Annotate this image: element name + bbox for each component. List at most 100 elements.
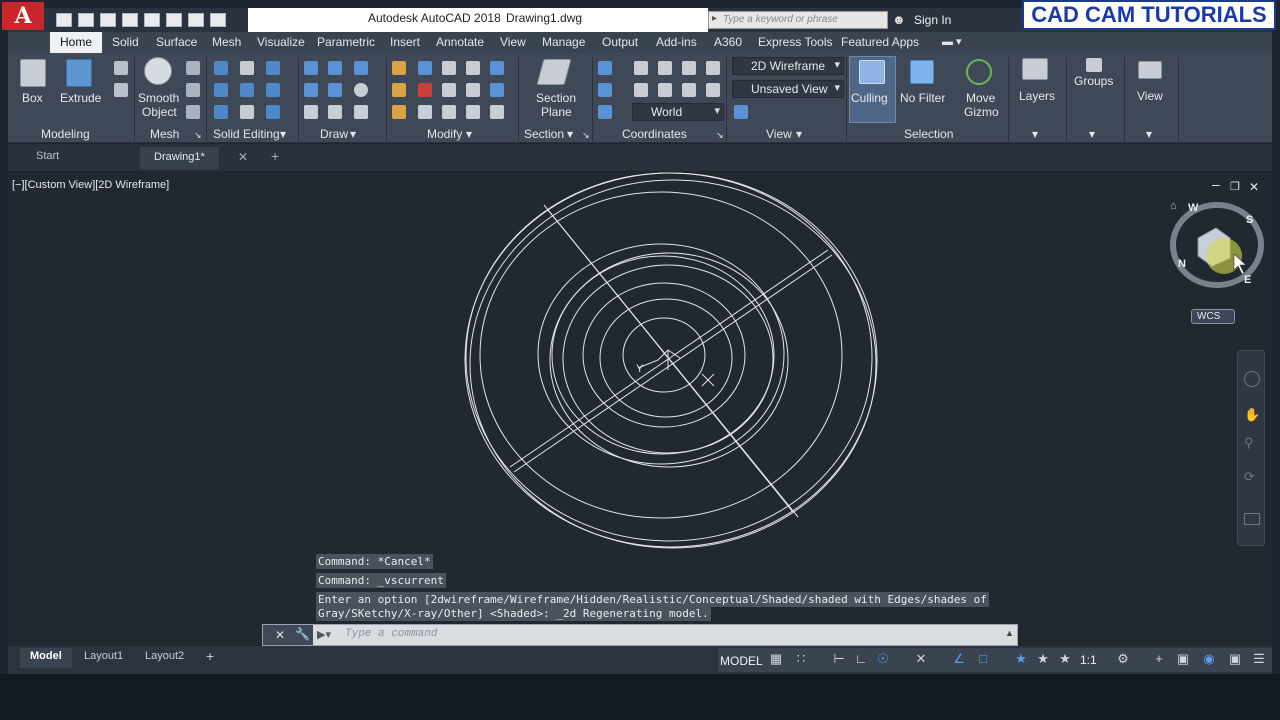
customize-qat-icon[interactable] bbox=[210, 13, 226, 27]
modify-tool-icon[interactable] bbox=[392, 61, 406, 75]
draw-panel-title[interactable]: Draw bbox=[320, 127, 348, 141]
chevron-down-icon[interactable]: ▾ bbox=[1146, 127, 1152, 141]
ucs-tool-icon[interactable] bbox=[682, 61, 696, 75]
modify-tool-icon[interactable] bbox=[418, 105, 432, 119]
modify-tool-icon[interactable] bbox=[392, 83, 406, 97]
ucs-tool-icon[interactable] bbox=[658, 83, 672, 97]
tab-solid[interactable]: Solid bbox=[112, 35, 139, 49]
named-view-dropdown[interactable]: Unsaved View bbox=[732, 80, 844, 98]
view-button[interactable]: View bbox=[1137, 89, 1163, 103]
union-icon[interactable] bbox=[214, 61, 228, 75]
copy-icon[interactable] bbox=[442, 83, 456, 97]
rectangle-icon[interactable] bbox=[328, 105, 342, 119]
selection-panel-title[interactable]: Selection bbox=[904, 127, 953, 141]
drawing-viewport[interactable]: [−][Custom View][2D Wireframe] – ❐ ✕ Y W… bbox=[8, 172, 1272, 646]
ucs-icon[interactable] bbox=[598, 61, 612, 75]
chevron-down-icon[interactable]: ▾ bbox=[567, 127, 573, 141]
coordinates-panel-title[interactable]: Coordinates bbox=[622, 127, 687, 141]
box-icon[interactable] bbox=[20, 59, 46, 87]
ellipse-icon[interactable] bbox=[354, 105, 368, 119]
mesh-tool-icon[interactable] bbox=[186, 83, 200, 97]
tab-featured-apps[interactable]: Featured Apps bbox=[841, 35, 919, 49]
compass-west-label[interactable]: W bbox=[1188, 202, 1198, 214]
ortho-icon[interactable]: ∟ bbox=[854, 652, 868, 666]
pan-icon[interactable]: ✋ bbox=[1244, 407, 1260, 423]
recent-commands-icon[interactable]: ▶▾ bbox=[317, 628, 331, 641]
tab-a360[interactable]: A360 bbox=[714, 35, 742, 49]
ucs-tool-icon[interactable] bbox=[706, 83, 720, 97]
chevron-down-icon[interactable]: ▾ bbox=[796, 127, 802, 141]
tab-surface[interactable]: Surface bbox=[156, 35, 197, 49]
modify-tool-icon[interactable] bbox=[418, 61, 432, 75]
view-icon[interactable] bbox=[1138, 61, 1162, 79]
arc-icon[interactable] bbox=[354, 61, 368, 75]
new-file-icon[interactable] bbox=[56, 13, 72, 27]
polysolid-icon[interactable] bbox=[114, 61, 128, 75]
smooth-object-label-2[interactable]: Object bbox=[142, 105, 177, 119]
mesh-tool-icon[interactable] bbox=[186, 105, 200, 119]
steering-wheel-icon[interactable] bbox=[1244, 371, 1260, 387]
solid-edit-icon[interactable] bbox=[266, 61, 280, 75]
modeling-panel-title[interactable]: Modeling bbox=[41, 127, 90, 141]
ucs-tool-icon[interactable] bbox=[634, 83, 648, 97]
line-icon[interactable] bbox=[304, 61, 318, 75]
move-gizmo-label-2[interactable]: Gizmo bbox=[964, 105, 999, 119]
tab-start[interactable]: Start bbox=[36, 150, 59, 162]
annotation-visibility-icon[interactable]: ★ bbox=[1014, 652, 1028, 666]
tab-express-tools[interactable]: Express Tools bbox=[758, 35, 832, 49]
new-tab-plus-icon[interactable]: + bbox=[271, 148, 279, 164]
compass-south-label[interactable]: S bbox=[1246, 214, 1253, 226]
section-panel-title[interactable]: Section bbox=[524, 127, 564, 141]
move-gizmo-label-1[interactable]: Move bbox=[966, 91, 995, 105]
solid-edit-icon[interactable] bbox=[240, 105, 254, 119]
modify-tool-icon[interactable] bbox=[490, 83, 504, 97]
no-filter-icon[interactable] bbox=[910, 60, 934, 84]
print-icon[interactable] bbox=[144, 13, 160, 27]
tab-parametric[interactable]: Parametric bbox=[317, 35, 375, 49]
dialog-launcher-icon[interactable]: ↘ bbox=[716, 130, 724, 141]
chevron-down-icon[interactable]: ▾ bbox=[350, 127, 356, 141]
tab-view[interactable]: View bbox=[500, 35, 526, 49]
ucs-tool-icon[interactable] bbox=[682, 83, 696, 97]
culling-icon[interactable] bbox=[859, 60, 885, 84]
tab-output[interactable]: Output bbox=[602, 35, 638, 49]
smooth-object-label-1[interactable]: Smooth bbox=[138, 91, 179, 105]
annotation-scale-icon[interactable]: ★ bbox=[1058, 652, 1072, 666]
extrude-icon[interactable] bbox=[66, 59, 92, 87]
solid-edit-icon[interactable] bbox=[240, 83, 254, 97]
sign-in-link[interactable]: Sign In bbox=[914, 13, 951, 27]
modify-tool-icon[interactable] bbox=[490, 61, 504, 75]
orbit-icon[interactable]: ⟳ bbox=[1244, 469, 1260, 485]
tab-model[interactable]: Model bbox=[20, 648, 72, 668]
ucs-dropdown[interactable]: World bbox=[632, 103, 724, 121]
ucs-tool-icon[interactable] bbox=[658, 61, 672, 75]
auto-scale-icon[interactable]: ★ bbox=[1036, 652, 1050, 666]
mesh-panel-title[interactable]: Mesh bbox=[150, 127, 179, 141]
spline-icon[interactable] bbox=[304, 83, 318, 97]
customization-menu-icon[interactable]: ☰ bbox=[1252, 652, 1266, 666]
close-icon[interactable]: ✕ bbox=[275, 628, 285, 642]
groups-icon[interactable] bbox=[1086, 58, 1102, 72]
ribbon-minimize-icon[interactable]: ▬ ▾ bbox=[942, 35, 962, 48]
model-space-toggle[interactable]: MODEL bbox=[720, 654, 763, 668]
new-layout-plus-icon[interactable]: + bbox=[206, 648, 214, 664]
section-plane-label-2[interactable]: Plane bbox=[541, 105, 572, 119]
tab-home[interactable]: Home bbox=[50, 32, 103, 53]
modify-tool-icon[interactable] bbox=[466, 83, 480, 97]
clean-screen-icon[interactable]: ▣ bbox=[1228, 652, 1242, 666]
solid-edit-icon[interactable] bbox=[240, 61, 254, 75]
dialog-launcher-icon[interactable]: ↘ bbox=[194, 130, 202, 141]
tab-insert[interactable]: Insert bbox=[390, 35, 420, 49]
isodraft-icon[interactable]: ✕ bbox=[914, 652, 928, 666]
no-filter-dropdown[interactable]: No Filter bbox=[900, 91, 945, 105]
modify-tool-icon[interactable] bbox=[490, 105, 504, 119]
dialog-launcher-icon[interactable]: ↘ bbox=[582, 130, 590, 141]
polyline-icon[interactable] bbox=[328, 61, 342, 75]
application-menu-button[interactable]: A bbox=[2, 2, 44, 30]
modify-tool-icon[interactable] bbox=[418, 83, 432, 97]
annotation-scale-dropdown[interactable]: 1:1 bbox=[1080, 653, 1097, 667]
chevron-down-icon[interactable]: ▾ bbox=[466, 127, 472, 141]
erase-icon[interactable] bbox=[392, 105, 406, 119]
ucs-tool-icon[interactable] bbox=[634, 61, 648, 75]
intersect-icon[interactable] bbox=[214, 105, 228, 119]
